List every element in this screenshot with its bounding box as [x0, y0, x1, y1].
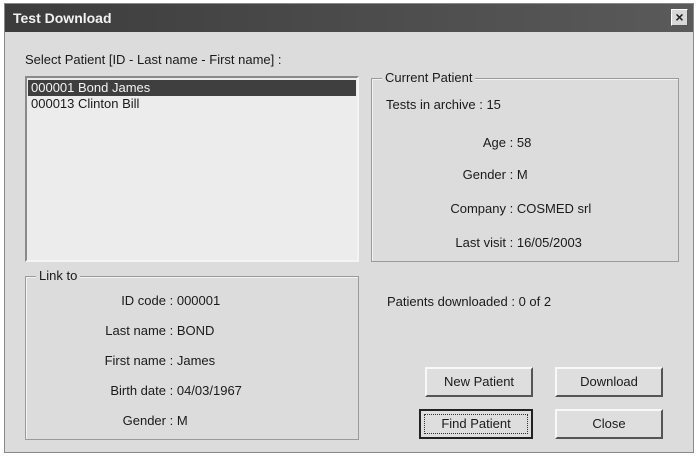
company-row: Company : COSMED srl: [386, 201, 591, 216]
separator: :: [166, 293, 177, 308]
last-visit-label: Last visit: [455, 235, 506, 250]
find-patient-button[interactable]: Find Patient: [419, 409, 533, 439]
id-code-label: ID code: [121, 293, 166, 308]
company-label: Company: [450, 201, 506, 216]
last-name-row: Last name : BOND: [26, 323, 214, 338]
link-gender-row: Gender : M: [26, 413, 188, 428]
separator: :: [506, 135, 517, 150]
last-name-value: BOND: [176, 323, 215, 338]
separator: :: [166, 413, 177, 428]
last-name-label: Last name: [105, 323, 166, 338]
title-bar[interactable]: Test Download ×: [5, 4, 693, 32]
link-gender-label: Gender: [122, 413, 166, 428]
first-name-value: James: [176, 353, 216, 368]
separator: :: [166, 383, 177, 398]
patients-downloaded-value: 0 of 2: [518, 294, 552, 309]
window-title: Test Download: [13, 10, 112, 26]
last-visit-row: Last visit : 16/05/2003: [386, 235, 582, 250]
separator: :: [166, 323, 177, 338]
gender-row: Gender : M: [386, 167, 528, 182]
tests-in-archive-value: 15: [486, 97, 501, 112]
first-name-row: First name : James: [26, 353, 216, 368]
patient-list[interactable]: 000001 Bond James 000013 Clinton Bill: [25, 76, 359, 262]
new-patient-button[interactable]: New Patient: [425, 367, 533, 397]
separator: :: [166, 353, 177, 368]
id-code-row: ID code : 000001: [26, 293, 220, 308]
patients-downloaded-label: Patients downloaded :: [387, 294, 515, 309]
link-to-group: Link to ID code : 000001 Last name : BON…: [25, 268, 359, 440]
link-to-title: Link to: [36, 268, 81, 283]
age-label: Age: [482, 135, 506, 150]
separator: :: [506, 167, 517, 182]
select-patient-label: Select Patient [ID - Last name - First n…: [25, 52, 282, 67]
patient-list-item[interactable]: 000013 Clinton Bill: [28, 96, 356, 112]
link-gender-value: M: [176, 413, 188, 428]
separator: :: [506, 235, 517, 250]
birth-date-label: Birth date: [110, 383, 166, 398]
last-visit-value: 16/05/2003: [516, 235, 582, 250]
age-row: Age : 58: [386, 135, 531, 150]
age-value: 58: [516, 135, 532, 150]
close-button[interactable]: Close: [555, 409, 663, 439]
patient-list-item[interactable]: 000001 Bond James: [28, 80, 356, 96]
gender-label: Gender: [462, 167, 506, 182]
tests-in-archive-label: Tests in archive: [386, 97, 476, 112]
first-name-label: First name: [104, 353, 166, 368]
separator: :: [475, 97, 487, 112]
gender-value: M: [516, 167, 528, 182]
birth-date-value: 04/03/1967: [176, 383, 242, 398]
birth-date-row: Birth date : 04/03/1967: [26, 383, 242, 398]
tests-in-archive-row: Tests in archive : 15: [386, 97, 501, 112]
patients-downloaded-status: Patients downloaded : 0 of 2: [387, 294, 551, 309]
download-button[interactable]: Download: [555, 367, 663, 397]
current-patient-title: Current Patient: [382, 70, 476, 85]
current-patient-group: Current Patient Tests in archive : 15 Ag…: [371, 70, 679, 262]
company-value: COSMED srl: [516, 201, 592, 216]
separator: :: [506, 201, 517, 216]
close-icon[interactable]: ×: [671, 9, 688, 26]
id-code-value: 000001: [176, 293, 221, 308]
test-download-dialog: Test Download × Select Patient [ID - Las…: [4, 3, 694, 453]
